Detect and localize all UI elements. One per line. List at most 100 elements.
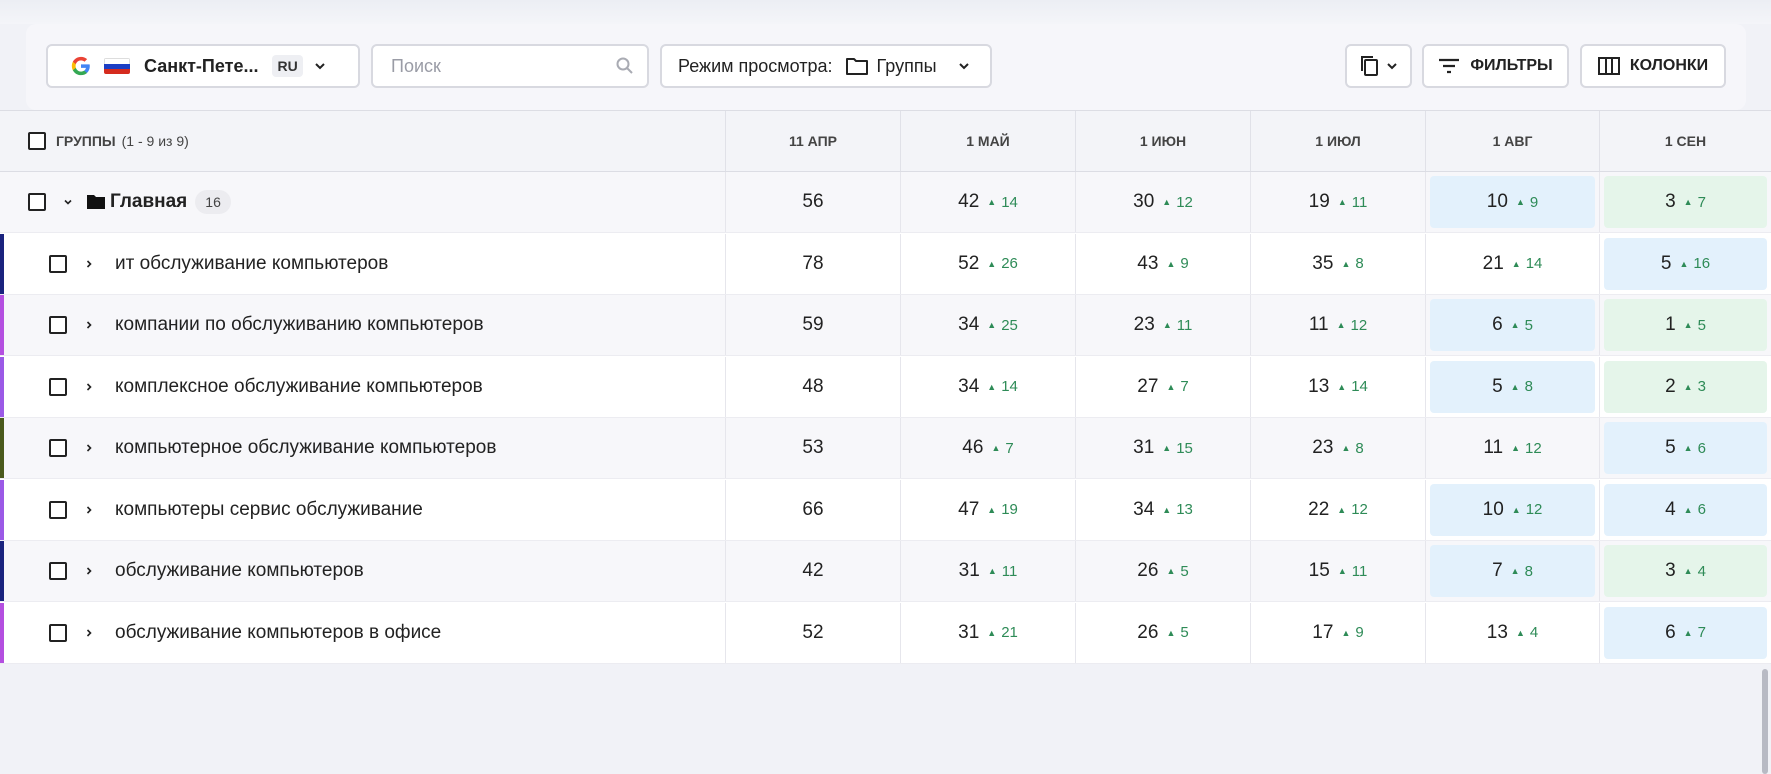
metric-value: 4: [1665, 498, 1676, 520]
region-selector[interactable]: Санкт-Пете... RU: [46, 44, 360, 88]
group-name: Главная: [110, 191, 188, 212]
metric-delta-value: 5: [1180, 624, 1189, 641]
row-checkbox[interactable]: [49, 316, 67, 334]
metric-cell: 42 ▲ 14: [900, 172, 1075, 232]
chevron-right-icon[interactable]: [83, 442, 95, 454]
columns-button[interactable]: КОЛОНКИ: [1580, 44, 1726, 88]
metric-cell: 19 ▲ 11: [1250, 172, 1425, 232]
metric-delta-value: 5: [1524, 316, 1533, 334]
metric-cell: 15 ▲ 11: [1250, 541, 1425, 601]
arrow-up-icon: ▲: [1511, 258, 1521, 269]
chevron-down-icon: [314, 63, 325, 70]
metric-cell: 34 ▲ 25: [900, 295, 1075, 355]
row-checkbox[interactable]: [49, 377, 67, 396]
chevron-right-icon[interactable]: [83, 565, 95, 577]
table-row[interactable]: комплексное обслуживание компьютеров 48 34…: [0, 356, 1771, 418]
arrow-up-icon: ▲: [987, 381, 997, 392]
arrow-up-icon: ▲: [1166, 566, 1176, 576]
metric-cell: 13 ▲ 4: [1425, 602, 1599, 663]
metric-delta: ▲ 7: [991, 440, 1013, 457]
row-checkbox[interactable]: [28, 193, 46, 211]
arrow-up-icon: ▲: [1510, 320, 1520, 330]
metric-cell: 46 ▲ 7: [900, 418, 1075, 478]
select-all-checkbox[interactable]: [28, 132, 46, 150]
copy-button[interactable]: [1345, 44, 1412, 88]
search-input[interactable]: [389, 54, 603, 78]
row-checkbox[interactable]: [49, 562, 67, 580]
metric-value: 43: [1137, 252, 1159, 274]
arrow-up-icon: ▲: [991, 443, 1001, 453]
chevron-down-icon[interactable]: [62, 196, 74, 208]
view-mode-selector[interactable]: Режим просмотра: Группы: [660, 44, 992, 88]
metric-value: 21: [1482, 252, 1504, 274]
keyword-name-cell: компании по обслуживанию компьютеров: [0, 295, 725, 355]
table-row[interactable]: компании по обслуживанию компьютеров 59 34…: [0, 295, 1771, 356]
metric-value: 17: [1312, 621, 1334, 643]
column-header[interactable]: 11 АПР: [725, 111, 900, 171]
row-checkbox[interactable]: [49, 623, 67, 642]
metric-delta: ▲ 14: [1512, 255, 1543, 272]
table-row[interactable]: обслуживание компьютеров в офисе 52 31 ▲ 21 2…: [0, 602, 1771, 664]
metric-value: 5: [1660, 252, 1672, 274]
arrow-up-icon: ▲: [1683, 627, 1693, 638]
metric-delta-value: 3: [1697, 378, 1706, 395]
row-checkbox[interactable]: [49, 500, 67, 519]
metric-cell: 2 ▲ 3: [1599, 356, 1771, 417]
metric-value: 27: [1137, 375, 1159, 397]
metric-cell: 26 ▲ 5: [1075, 602, 1250, 663]
metric-delta: ▲ 12: [1337, 317, 1368, 334]
language-badge: RU: [272, 55, 303, 77]
column-header[interactable]: 1 ИЮН: [1075, 111, 1250, 171]
metric-cell: 3 ▲ 4: [1599, 541, 1771, 601]
column-header[interactable]: 1 ИЮЛ: [1250, 111, 1425, 171]
table-row[interactable]: обслуживание компьютеров 42 31 ▲ 11 26 ▲ 5 15 ▲ 11…: [0, 541, 1771, 602]
metric-value: 31: [958, 621, 980, 643]
group-row[interactable]: Главная 16 56 42 ▲ 14 30 ▲ 12 19 ▲ 11 10 ▲ 9 3 ▲ 7: [0, 172, 1771, 233]
chevron-right-icon[interactable]: [83, 258, 95, 270]
metric-delta-value: 8: [1355, 439, 1364, 457]
metric-delta: ▲ 12: [1511, 440, 1542, 457]
keyword-name-cell: ит обслуживание компьютеров: [0, 234, 725, 294]
metric-cell: 66: [725, 479, 900, 540]
metric-delta-value: 4: [1529, 624, 1539, 641]
metric-delta: ▲ 5: [1511, 317, 1533, 334]
russia-flag-icon: [104, 58, 130, 74]
arrow-up-icon: ▲: [1162, 197, 1172, 207]
table-row[interactable]: компьютеры сервис обслуживание 66 47 ▲ 19 34 ▲…: [0, 479, 1771, 541]
metric-delta: ▲ 7: [1684, 624, 1706, 641]
metric-delta: ▲ 12: [1337, 501, 1368, 518]
filter-icon: [1439, 58, 1460, 74]
chevron-down-icon: [1386, 63, 1397, 70]
row-checkbox[interactable]: [49, 254, 67, 273]
folder-icon: [87, 195, 105, 209]
column-header[interactable]: 1 АВГ: [1425, 111, 1599, 171]
metric-value: 11: [1483, 437, 1504, 458]
arrow-up-icon: ▲: [987, 320, 997, 330]
metric-delta: ▲ 12: [1162, 194, 1193, 211]
chevron-right-icon[interactable]: [83, 319, 95, 331]
groups-header-label: ГРУППЫ: [56, 133, 116, 149]
keyword-name-cell: компьютерное обслуживание компьютеров: [0, 418, 725, 478]
search-box[interactable]: [371, 44, 649, 88]
scrollbar[interactable]: [1762, 669, 1768, 774]
metric-value: 10: [1486, 191, 1508, 212]
search-icon[interactable]: [615, 56, 635, 76]
metric-value: 2: [1665, 375, 1676, 397]
arrow-up-icon: ▲: [1683, 197, 1693, 207]
table-row[interactable]: ит обслуживание компьютеров 78 52 ▲ 26 43 ▲ 9 35…: [0, 233, 1771, 295]
metric-delta: ▲ 25: [987, 317, 1018, 334]
metric-cell: 23 ▲ 11: [1075, 295, 1250, 355]
keyword-name-cell: обслуживание компьютеров в офисе: [0, 603, 725, 663]
column-header[interactable]: 1 СЕН: [1599, 111, 1771, 171]
row-checkbox[interactable]: [49, 439, 67, 457]
chevron-right-icon[interactable]: [83, 381, 95, 393]
column-header[interactable]: 1 МАЙ: [900, 111, 1075, 171]
chevron-right-icon[interactable]: [83, 504, 95, 516]
metric-delta: ▲ 3: [1684, 378, 1706, 395]
filters-button[interactable]: ФИЛЬТРЫ: [1422, 44, 1569, 88]
arrow-up-icon: ▲: [1162, 443, 1172, 453]
table-row[interactable]: компьютерное обслуживание компьютеров 53 4…: [0, 418, 1771, 479]
metric-delta: ▲ 9: [1341, 624, 1363, 641]
chevron-right-icon[interactable]: [83, 627, 95, 639]
metric-value: 11: [1308, 314, 1329, 335]
